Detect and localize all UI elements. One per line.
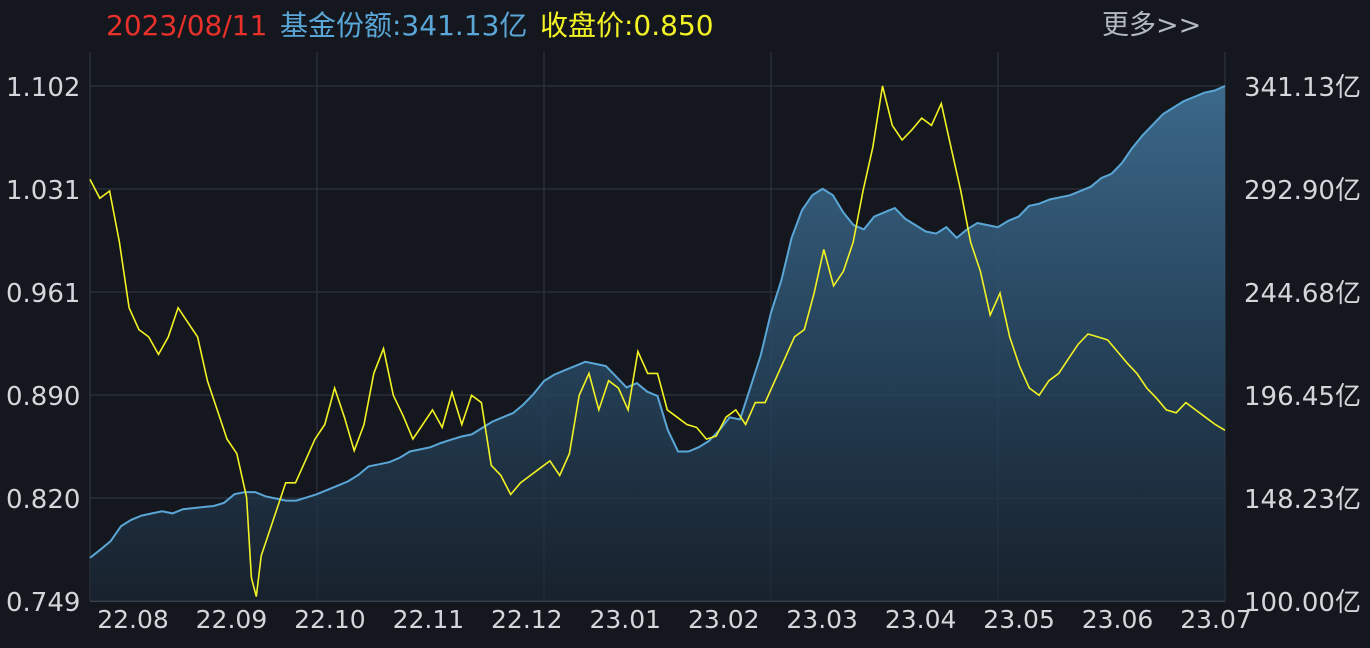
x-tick-label: 22.08 [97,605,169,634]
x-tick-label: 22.09 [196,605,268,634]
fund-share-area [89,85,1226,601]
fund-share-fill [90,86,1225,601]
left-axis: 1.102 1.031 0.961 0.890 0.820 0.749 [6,73,80,618]
x-tick-label: 23.02 [688,605,760,634]
right-tick-label: 148.23亿 [1244,485,1361,515]
x-tick-label: 22.11 [393,605,465,634]
left-tick-label: 0.961 [6,279,80,309]
right-tick-label: 292.90亿 [1244,176,1361,206]
x-tick-label: 23.03 [786,605,858,634]
x-tick-label: 22.10 [294,605,366,634]
x-tick-label: 23.07 [1180,605,1252,634]
x-tick-label: 23.01 [589,605,661,634]
right-tick-label: 196.45亿 [1244,382,1361,412]
left-tick-label: 1.102 [6,73,80,103]
x-tick-label: 23.04 [885,605,957,634]
left-tick-label: 0.820 [6,485,80,515]
right-axis: 341.13亿 292.90亿 244.68亿 196.45亿 148.23亿 100.0… [1244,73,1361,618]
x-axis: 22.08 22.09 22.10 22.11 22.12 23.01 23.02 23.03… [97,605,1252,634]
x-tick-label: 23.06 [1082,605,1154,634]
right-tick-label: 100.00亿 [1244,588,1361,618]
left-tick-label: 1.031 [6,176,80,206]
left-tick-label: 0.749 [6,588,80,618]
right-tick-label: 341.13亿 [1244,73,1361,103]
left-tick-label: 0.890 [6,382,80,412]
x-tick-label: 22.12 [491,605,563,634]
x-tick-label: 23.05 [983,605,1055,634]
fund-chart: 1.102 1.031 0.961 0.890 0.820 0.749 341.13亿 29… [6,52,1361,634]
right-tick-label: 244.68亿 [1244,279,1361,309]
